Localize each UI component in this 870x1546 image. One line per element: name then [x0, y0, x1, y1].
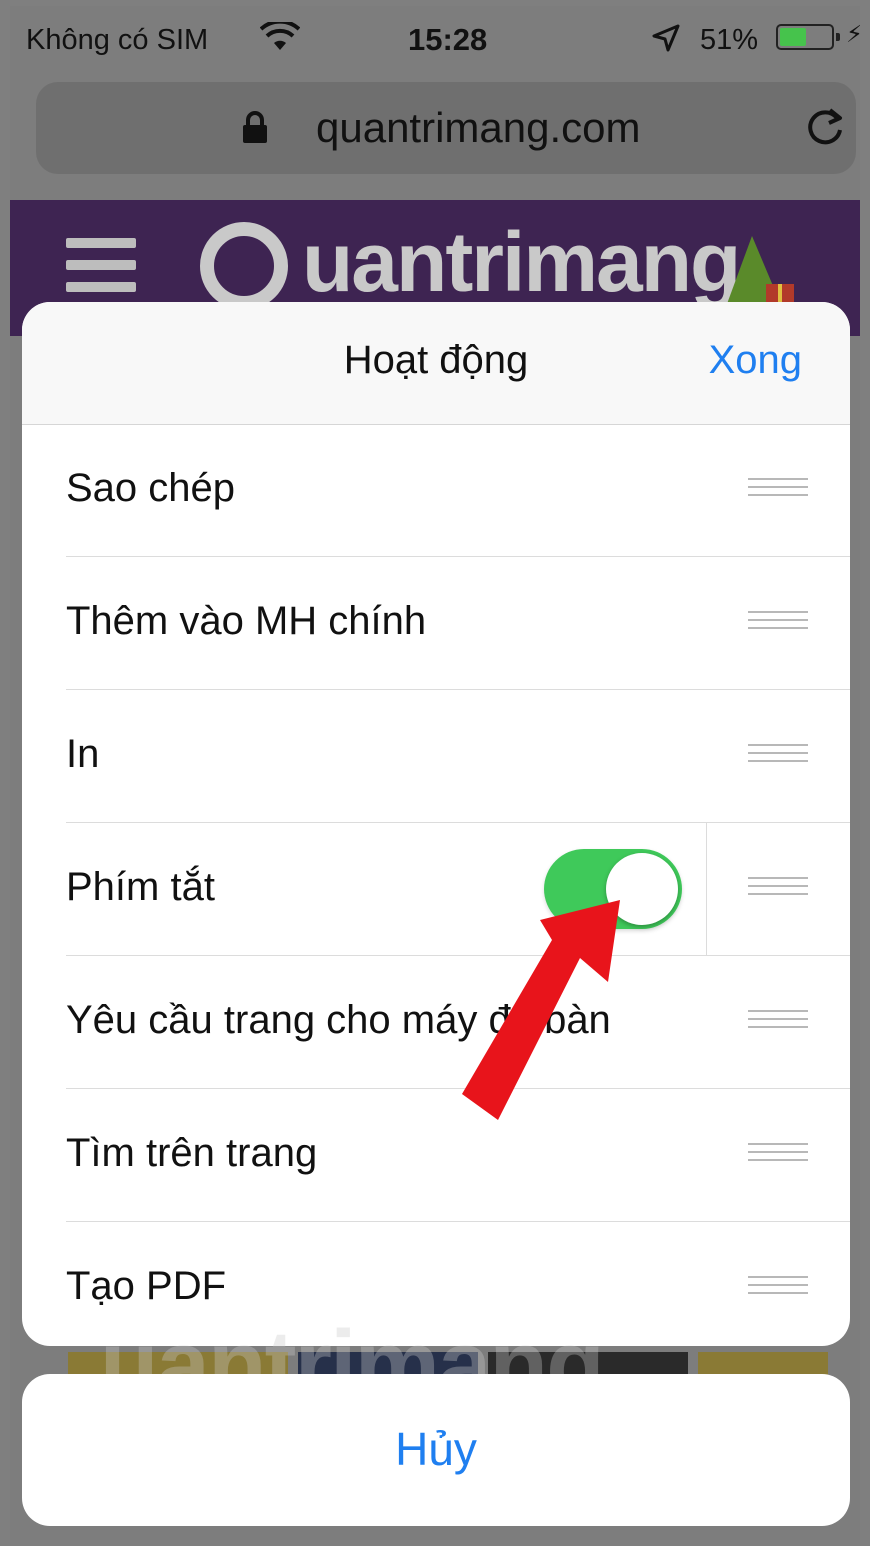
list-item-shortcuts[interactable]: Phím tắt — [66, 823, 850, 956]
url-text[interactable]: quantrimang.com — [316, 104, 641, 152]
cancel-label: Hủy — [395, 1423, 477, 1475]
list-item[interactable]: Yêu cầu trang cho máy để bàn — [66, 956, 850, 1089]
list-item[interactable]: Sao chép — [66, 424, 850, 557]
battery-percent: 51% — [700, 24, 759, 56]
activity-sheet: Hoạt động Xong Sao chép Thêm vào MH chín… — [22, 302, 850, 1346]
charging-bolt-icon: ⚡ — [846, 21, 860, 48]
drag-handle-icon[interactable] — [748, 611, 808, 635]
carrier-label: Không có SIM — [26, 24, 209, 56]
list-item-label: Yêu cầu trang cho máy để bàn — [66, 998, 611, 1042]
list-item-label: Tìm trên trang — [66, 1131, 318, 1175]
list-item-label: In — [66, 732, 100, 776]
list-item-label: Thêm vào MH chính — [66, 599, 427, 643]
done-button[interactable]: Xong — [709, 338, 802, 383]
drag-handle-icon[interactable] — [748, 1010, 808, 1034]
battery-icon — [776, 24, 840, 50]
shortcuts-toggle[interactable] — [544, 849, 682, 929]
list-item-label: Phím tắt — [66, 865, 215, 909]
address-bar[interactable]: quantrimang.com — [36, 82, 856, 174]
drag-handle-icon[interactable] — [748, 1143, 808, 1167]
drag-handle-icon[interactable] — [748, 478, 808, 502]
quantrimang-logo-icon — [200, 222, 288, 310]
hamburger-menu-icon[interactable] — [66, 238, 136, 296]
drag-handle-icon[interactable] — [748, 877, 808, 901]
clock: 15:28 — [408, 22, 488, 57]
list-item[interactable]: Thêm vào MH chính — [66, 557, 850, 690]
list-item[interactable]: Tạo PDF — [66, 1222, 850, 1346]
site-brand: uantrimang — [302, 215, 741, 309]
drag-handle-icon[interactable] — [748, 1276, 808, 1300]
status-bar: Không có SIM 15:28 51% ⚡ — [10, 6, 860, 72]
list-item[interactable]: In — [66, 690, 850, 823]
drag-handle-icon[interactable] — [748, 744, 808, 768]
cancel-button[interactable]: Hủy — [22, 1374, 850, 1526]
lock-icon — [243, 111, 267, 143]
reload-icon[interactable] — [804, 104, 846, 150]
location-arrow-icon — [652, 24, 680, 52]
battery-fill — [780, 28, 806, 46]
list-item-label: Tạo PDF — [66, 1264, 227, 1308]
list-item-label: Sao chép — [66, 466, 236, 510]
wifi-icon — [260, 22, 300, 50]
list-item[interactable]: Tìm trên trang — [66, 1089, 850, 1222]
sheet-header: Hoạt động Xong — [22, 302, 850, 425]
